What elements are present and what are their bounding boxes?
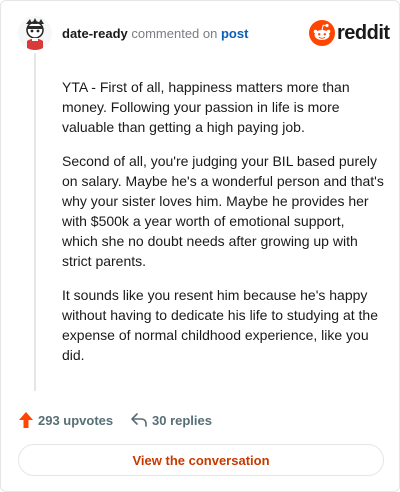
- upvote-arrow-icon: [19, 412, 33, 428]
- reddit-logo[interactable]: reddit: [309, 19, 390, 47]
- reddit-wordmark: reddit: [337, 22, 390, 44]
- reply-arrow-icon: [131, 413, 147, 427]
- upvote-stat[interactable]: 293 upvotes: [18, 409, 113, 431]
- upvote-count: 293 upvotes: [38, 412, 114, 428]
- comment-paragraph: YTA - First of all, happiness matters mo…: [62, 79, 350, 135]
- comment-paragraph: It sounds like you resent him because he…: [62, 287, 378, 363]
- view-conversation-label: View the conversation: [132, 452, 270, 468]
- reply-count: 30 replies: [152, 412, 212, 428]
- commented-on-text: commented on: [127, 26, 221, 41]
- comment-embed-card: date-ready commented on post reddit YTA …: [0, 0, 400, 492]
- comment-header: date-ready commented on post reddit: [18, 15, 390, 53]
- avatar-image: [18, 16, 52, 50]
- post-link[interactable]: post: [221, 26, 248, 41]
- reddit-logo-icon: [309, 20, 335, 46]
- reply-stat[interactable]: 30 replies: [130, 409, 212, 431]
- thread-line: [34, 53, 36, 391]
- avatar[interactable]: [18, 16, 52, 50]
- byline: date-ready commented on post: [62, 26, 248, 42]
- username-link[interactable]: date-ready: [62, 26, 128, 41]
- view-conversation-button[interactable]: View the conversation: [18, 444, 384, 476]
- comment-footer: 293 upvotes 30 replies: [18, 409, 383, 431]
- comment-body: YTA - First of all, happiness matters mo…: [62, 77, 384, 379]
- comment-paragraph: Second of all, you're judging your BIL b…: [62, 153, 384, 269]
